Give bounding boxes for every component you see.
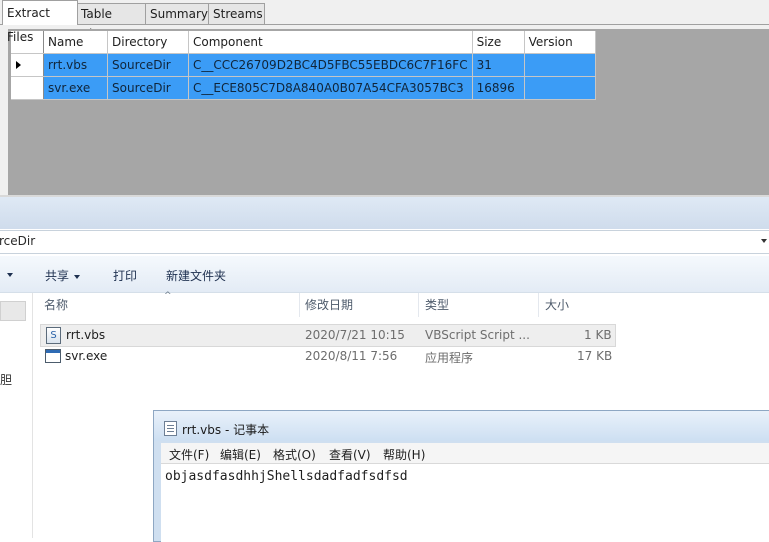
nav-item-label[interactable]: 胆 bbox=[0, 371, 12, 388]
col-header-size[interactable]: 大小 bbox=[545, 293, 569, 317]
chevron-down-icon bbox=[7, 272, 13, 277]
grid-row[interactable]: rrt.vbs SourceDir C__CCC26709D2BC4D5FBC5… bbox=[11, 53, 596, 77]
cell-name[interactable]: rrt.vbs bbox=[43, 53, 108, 77]
menu-view[interactable]: 查看(V) bbox=[329, 446, 371, 463]
file-modified: 2020/7/21 10:15 bbox=[305, 328, 405, 342]
grid-header-row: Name Directory Component Size Version bbox=[11, 31, 596, 54]
notepad-content: objasdfasdhhjShellsdadfadfsdfsd bbox=[165, 469, 408, 484]
address-bar[interactable]: rceDir bbox=[0, 230, 769, 254]
notepad-title: rrt.vbs - 记事本 bbox=[182, 423, 270, 437]
file-name: svr.exe bbox=[65, 349, 108, 363]
col-header-version[interactable]: Version bbox=[524, 31, 596, 54]
navigation-pane: 胆 bbox=[0, 293, 33, 538]
notepad-window: rrt.vbs - 记事本 文件(F) 编辑(E) 格式(O) 查看(V) 帮助… bbox=[153, 410, 769, 542]
tab-strip: Extract Files Table View Summary Streams bbox=[0, 0, 769, 44]
notepad-icon bbox=[164, 421, 177, 436]
share-button[interactable]: 共享 bbox=[45, 267, 81, 284]
row-header[interactable] bbox=[11, 76, 44, 100]
cell-size[interactable]: 31 bbox=[472, 53, 525, 77]
new-folder-button[interactable]: 新建文件夹 bbox=[166, 267, 226, 284]
tab-table-view[interactable]: Table View bbox=[76, 3, 147, 41]
cell-directory[interactable]: SourceDir bbox=[107, 76, 189, 100]
menu-edit[interactable]: 编辑(E) bbox=[220, 446, 261, 463]
file-name: rrt.vbs bbox=[66, 328, 106, 342]
tab-summary[interactable]: Summary bbox=[145, 3, 210, 24]
explorer-toolbar: 共享 打印 新建文件夹 bbox=[0, 256, 769, 293]
col-header-directory[interactable]: Directory bbox=[107, 31, 189, 54]
exe-file-icon bbox=[45, 349, 61, 363]
tab-extract-files[interactable]: Extract Files bbox=[2, 0, 78, 44]
sort-ascending-icon: ^ bbox=[164, 291, 172, 301]
menu-help[interactable]: 帮助(H) bbox=[383, 446, 425, 463]
col-header-size[interactable]: Size bbox=[472, 31, 525, 54]
menu-format[interactable]: 格式(O) bbox=[273, 446, 316, 463]
col-header-modified[interactable]: 修改日期 bbox=[305, 293, 353, 317]
column-separator[interactable] bbox=[299, 293, 300, 317]
cell-version[interactable] bbox=[524, 53, 596, 77]
vbs-file-icon: S bbox=[46, 327, 61, 344]
file-grid-area: Name Directory Component Size Version rr… bbox=[8, 29, 769, 195]
tab-streams[interactable]: Streams bbox=[208, 3, 265, 24]
column-separator[interactable] bbox=[418, 293, 419, 317]
nav-selected-item[interactable] bbox=[0, 301, 26, 321]
row-pointer-icon bbox=[16, 61, 21, 69]
col-header-name[interactable]: 名称 bbox=[44, 293, 68, 317]
file-size: 1 KB bbox=[584, 328, 612, 342]
organize-button[interactable] bbox=[2, 267, 13, 281]
notepad-title-bar[interactable]: rrt.vbs - 记事本 bbox=[154, 411, 769, 441]
print-button[interactable]: 打印 bbox=[113, 267, 137, 284]
col-header-component[interactable]: Component bbox=[188, 31, 473, 54]
col-header-name[interactable]: Name bbox=[43, 31, 108, 54]
cell-name[interactable]: svr.exe bbox=[43, 76, 108, 100]
file-size: 17 KB bbox=[577, 349, 613, 363]
cell-version[interactable] bbox=[524, 76, 596, 100]
explorer-title-bar[interactable] bbox=[0, 197, 769, 229]
share-label: 共享 bbox=[45, 269, 70, 283]
address-path: rceDir bbox=[0, 234, 36, 248]
chevron-down-icon bbox=[74, 274, 81, 279]
current-row-indicator[interactable] bbox=[11, 53, 44, 77]
cell-directory[interactable]: SourceDir bbox=[107, 53, 189, 77]
col-header-type[interactable]: 类型 bbox=[425, 293, 449, 317]
grid-row[interactable]: svr.exe SourceDir C__ECE805C7D8A840A0B07… bbox=[11, 76, 596, 100]
file-type: VBScript Script ... bbox=[425, 328, 530, 342]
notepad-menu-bar: 文件(F) 编辑(E) 格式(O) 查看(V) 帮助(H) bbox=[161, 443, 769, 463]
cell-component[interactable]: C__CCC26709D2BC4D5FBC55EBDC6C7F16FC bbox=[188, 53, 473, 77]
column-separator[interactable] bbox=[538, 293, 539, 317]
cell-size[interactable]: 16896 bbox=[472, 76, 525, 100]
file-type: 应用程序 bbox=[425, 351, 474, 365]
cell-component[interactable]: C__ECE805C7D8A840A0B07A54CFA3057BC3 bbox=[188, 76, 473, 100]
address-dropdown-icon[interactable] bbox=[761, 239, 767, 243]
file-row-svr-exe[interactable]: svr.exe 2020/8/11 7:56 应用程序 17 KB bbox=[40, 346, 614, 367]
msi-tool-panel: Extract Files Table View Summary Streams… bbox=[0, 0, 769, 197]
file-grid: Name Directory Component Size Version rr… bbox=[11, 31, 596, 100]
menu-file[interactable]: 文件(F) bbox=[169, 446, 209, 463]
notepad-text-area[interactable]: objasdfasdhhjShellsdadfadfsdfsd bbox=[161, 463, 769, 542]
file-modified: 2020/8/11 7:56 bbox=[305, 349, 398, 363]
file-row-rrt-vbs[interactable]: S rrt.vbs 2020/7/21 10:15 VBScript Scrip… bbox=[40, 324, 616, 347]
